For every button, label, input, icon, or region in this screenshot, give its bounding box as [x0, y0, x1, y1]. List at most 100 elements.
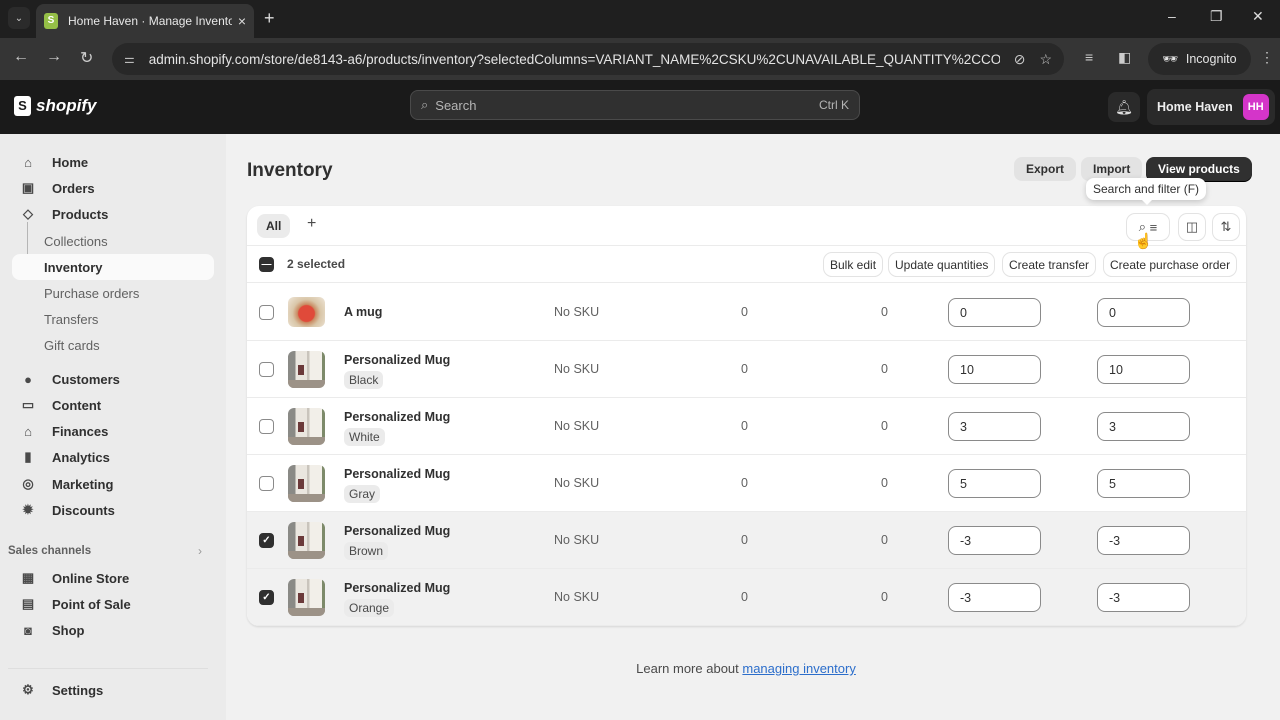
close-window-button[interactable]: ✕ — [1252, 8, 1264, 25]
bulk-action-bar: — 2 selected Bulk edit Update quantities… — [247, 246, 1246, 283]
site-info-icon[interactable]: ⚌ — [124, 52, 135, 66]
product-thumbnail[interactable] — [288, 351, 325, 388]
on-hand-quantity-input[interactable] — [1097, 469, 1190, 498]
sidebar-item-shop[interactable]: ◙ Shop — [12, 617, 214, 643]
row-checkbox[interactable] — [259, 305, 274, 320]
tab-close-icon[interactable]: × — [238, 13, 246, 29]
product-thumbnail[interactable] — [288, 465, 325, 502]
available-quantity-input[interactable] — [948, 412, 1041, 441]
on-hand-quantity-input[interactable] — [1097, 526, 1190, 555]
tab-search-button[interactable]: ⌄ — [8, 7, 30, 29]
available-quantity-input[interactable] — [948, 583, 1041, 612]
row-checkbox[interactable]: ✓ — [259, 590, 274, 605]
select-all-checkbox[interactable]: — — [259, 257, 274, 272]
row-checkbox[interactable] — [259, 362, 274, 377]
media-control-icon[interactable]: ≡ — [1085, 49, 1093, 65]
unavailable-value[interactable]: 0 — [741, 533, 748, 547]
create-transfer-button[interactable]: Create transfer — [1003, 253, 1096, 276]
on-hand-quantity-input[interactable] — [1097, 412, 1190, 441]
columns-button[interactable]: ◫ — [1179, 214, 1205, 240]
unavailable-value[interactable]: 0 — [741, 476, 748, 490]
eye-off-icon[interactable]: ⊘ — [1014, 51, 1026, 68]
minimize-button[interactable]: – — [1168, 8, 1176, 24]
product-thumbnail[interactable] — [288, 408, 325, 445]
product-thumbnail[interactable] — [288, 579, 325, 616]
table-row[interactable]: Personalized Mug Gray No SKU 0 0 — [247, 455, 1246, 512]
export-button[interactable]: Export — [1014, 157, 1077, 181]
available-quantity-input[interactable] — [948, 526, 1041, 555]
store-menu-button[interactable]: Home Haven HH — [1147, 89, 1275, 125]
available-quantity-input[interactable] — [948, 469, 1041, 498]
sku-value: No SKU — [554, 419, 600, 433]
bookmark-star-icon[interactable]: ☆ — [1039, 51, 1052, 68]
product-thumbnail[interactable] — [288, 297, 325, 327]
unavailable-value[interactable]: 0 — [741, 419, 748, 433]
chevron-right-icon[interactable]: › — [198, 544, 202, 558]
notifications-button[interactable]: 🔔︎ — [1108, 92, 1140, 122]
browser-tab[interactable]: S Home Haven · Manage Inventory × — [36, 4, 254, 38]
on-hand-quantity-input[interactable] — [1097, 583, 1190, 612]
add-view-button[interactable]: + — [307, 215, 316, 233]
restore-button[interactable]: ❐ — [1210, 8, 1223, 25]
sidebar-item-transfers[interactable]: Transfers — [12, 306, 214, 332]
sidebar-item-orders[interactable]: ▣ Orders — [12, 175, 214, 201]
variant-badge: White — [344, 428, 385, 446]
on-hand-quantity-input[interactable] — [1097, 298, 1190, 327]
side-panel-icon[interactable]: ◧ — [1118, 49, 1131, 66]
url-text[interactable]: admin.shopify.com/store/de8143-a6/produc… — [149, 52, 1000, 67]
table-row[interactable]: Personalized Mug White No SKU 0 0 — [247, 398, 1246, 455]
sidebar-item-settings[interactable]: ⚙ Settings — [12, 677, 214, 703]
row-checkbox[interactable] — [259, 419, 274, 434]
new-tab-button[interactable]: + — [264, 8, 275, 29]
create-purchase-order-button[interactable]: Create purchase order — [1104, 253, 1237, 276]
sidebar-item-purchase-orders[interactable]: Purchase orders — [12, 280, 214, 306]
product-name[interactable]: Personalized Mug — [344, 467, 450, 481]
sidebar-item-inventory[interactable]: Inventory — [12, 254, 214, 280]
sidebar-item-discounts[interactable]: ✹ Discounts — [12, 497, 214, 523]
sidebar-item-content[interactable]: ▭ Content — [12, 392, 214, 418]
sidebar-item-gift-cards[interactable]: Gift cards — [12, 332, 214, 358]
managing-inventory-link[interactable]: managing inventory — [742, 661, 855, 676]
sidebar-item-analytics[interactable]: ▮ Analytics — [12, 444, 214, 470]
sidebar-item-customers[interactable]: ● Customers — [12, 366, 214, 392]
sidebar-item-home[interactable]: ⌂ Home — [12, 149, 214, 175]
address-bar[interactable]: ⚌ admin.shopify.com/store/de8143-a6/prod… — [112, 43, 1064, 75]
browser-menu-icon[interactable]: ⋮ — [1260, 49, 1274, 66]
tab-all[interactable]: All — [257, 214, 291, 238]
sales-channels-heading[interactable]: Sales channels — [8, 545, 91, 557]
back-icon[interactable]: ← — [13, 48, 29, 66]
product-name[interactable]: Personalized Mug — [344, 581, 450, 595]
product-name[interactable]: Personalized Mug — [344, 410, 450, 424]
table-row[interactable]: ✓ Personalized Mug Brown No SKU 0 0 — [247, 512, 1246, 569]
help-footer: Learn more about managing inventory — [226, 661, 1266, 676]
forward-icon[interactable]: → — [46, 48, 62, 66]
sort-button[interactable]: ⇅ — [1213, 214, 1239, 240]
product-thumbnail[interactable] — [288, 522, 325, 559]
on-hand-quantity-input[interactable] — [1097, 355, 1190, 384]
sidebar-item-point-of-sale[interactable]: ▤ Point of Sale — [12, 591, 214, 617]
available-quantity-input[interactable] — [948, 298, 1041, 327]
available-quantity-input[interactable] — [948, 355, 1041, 384]
bulk-edit-button[interactable]: Bulk edit — [824, 253, 883, 276]
row-checkbox[interactable]: ✓ — [259, 533, 274, 548]
sidebar-item-collections[interactable]: Collections — [12, 228, 214, 254]
unavailable-value[interactable]: 0 — [741, 305, 748, 319]
unavailable-value[interactable]: 0 — [741, 362, 748, 376]
table-row[interactable]: A mug No SKU 0 0 — [247, 284, 1246, 341]
reload-icon[interactable]: ↻ — [80, 48, 93, 68]
product-name[interactable]: Personalized Mug — [344, 524, 450, 538]
shopify-logo[interactable]: S shopify — [14, 96, 96, 116]
update-quantities-button[interactable]: Update quantities — [889, 253, 995, 276]
sidebar-item-online-store[interactable]: ▦ Online Store — [12, 565, 214, 591]
product-name[interactable]: Personalized Mug — [344, 353, 450, 367]
unavailable-value[interactable]: 0 — [741, 590, 748, 604]
sidebar-item-marketing[interactable]: ◎ Marketing — [12, 471, 214, 497]
table-row[interactable]: Personalized Mug Black No SKU 0 0 — [247, 341, 1246, 398]
global-search-input[interactable]: ⌕ Search Ctrl K — [410, 90, 860, 120]
row-checkbox[interactable] — [259, 476, 274, 491]
sidebar-item-products[interactable]: ◇ Products — [12, 201, 214, 227]
product-name[interactable]: A mug — [344, 305, 382, 319]
incognito-badge[interactable]: 🕶 Incognito — [1148, 43, 1251, 75]
table-row[interactable]: ✓ Personalized Mug Orange No SKU 0 0 — [247, 569, 1246, 626]
sidebar-item-finances[interactable]: ⌂ Finances — [12, 418, 214, 444]
